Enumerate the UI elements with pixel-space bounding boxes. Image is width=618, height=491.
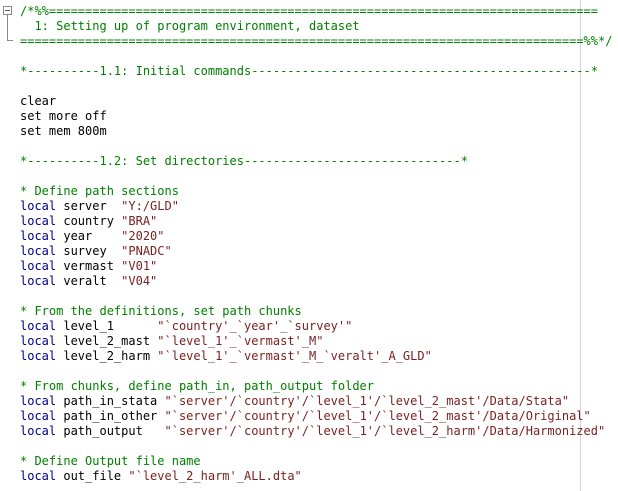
string-value: "`level_2_harm'_ALL.dta" xyxy=(128,469,302,483)
code-text-area[interactable]: /*%%====================================… xyxy=(20,4,612,484)
keyword-local: local xyxy=(20,469,57,483)
code-line: set mem 800m xyxy=(20,124,612,139)
code-line: local level_2_mast "`level_1'_`vermast'_… xyxy=(20,334,612,349)
string-value: "`server'/`country'/`level_1'/`level_2_m… xyxy=(164,394,570,408)
string-value: "`server'/`country'/`level_1'/`level_2_m… xyxy=(164,409,591,423)
string-value: "`server'/`country'/`level_1'/`level_2_h… xyxy=(164,424,606,438)
comment-text: * From the definitions, set path chunks xyxy=(20,304,302,318)
comment-text: ========================================… xyxy=(20,34,613,48)
command-text: set mem 800m xyxy=(20,124,107,138)
fold-gutter xyxy=(0,0,16,491)
macro-name: level_2_harm xyxy=(56,349,158,363)
macro-name: veralt xyxy=(56,274,122,288)
string-value: "Y:/GLD" xyxy=(121,199,179,213)
keyword-local: local xyxy=(20,214,57,228)
keyword-local: local xyxy=(20,244,57,258)
comment-text: 1: Setting up of program environment, da… xyxy=(20,19,360,33)
code-line: * From chunks, define path_in, path_outp… xyxy=(20,379,612,394)
code-line: local vermast "V01" xyxy=(20,259,612,274)
macro-name: path_in_stata xyxy=(56,394,165,408)
minus-fold-icon[interactable] xyxy=(3,6,12,15)
macro-name: survey xyxy=(56,244,122,258)
keyword-local: local xyxy=(20,334,57,348)
macro-name: server xyxy=(56,199,122,213)
macro-name: level_1 xyxy=(56,319,158,333)
macro-name: country xyxy=(56,214,122,228)
code-line: local out_file "`level_2_harm'_ALL.dta" xyxy=(20,469,612,484)
fold-guide-end xyxy=(7,40,13,41)
keyword-local: local xyxy=(20,199,57,213)
code-line: local path_output "`server'/`country'/`l… xyxy=(20,424,612,439)
code-line: * Define Output file name xyxy=(20,454,612,469)
string-value: "`country'_`year'_`survey'" xyxy=(157,319,353,333)
keyword-local: local xyxy=(20,424,57,438)
string-value: "V01" xyxy=(121,259,158,273)
code-line: ========================================… xyxy=(20,34,612,49)
macro-name: vermast xyxy=(56,259,122,273)
code-line: /*%%====================================… xyxy=(20,4,612,19)
code-line: clear xyxy=(20,94,612,109)
macro-name: level_2_mast xyxy=(56,334,158,348)
fold-guide-line xyxy=(7,15,8,40)
code-line: local country "BRA" xyxy=(20,214,612,229)
string-value: "V04" xyxy=(121,274,158,288)
code-line: local server "Y:/GLD" xyxy=(20,199,612,214)
comment-text: /*%%====================================… xyxy=(20,4,598,18)
comment-text: *----------1.1: Initial commands--------… xyxy=(20,64,598,78)
code-editor[interactable]: /*%%====================================… xyxy=(0,0,618,491)
comment-text: * Define Output file name xyxy=(20,454,201,468)
comment-text: *----------1.2: Set directories---------… xyxy=(20,154,468,168)
comment-text: * From chunks, define path_in, path_outp… xyxy=(20,379,375,393)
string-value: "`level_1'_`vermast'_M" xyxy=(157,334,324,348)
code-line: *----------1.2: Set directories---------… xyxy=(20,154,612,169)
code-line: * From the definitions, set path chunks xyxy=(20,304,612,319)
command-text: clear xyxy=(20,94,57,108)
string-value: "BRA" xyxy=(121,214,158,228)
code-line: local level_1 "`country'_`year'_`survey'… xyxy=(20,319,612,334)
keyword-local: local xyxy=(20,274,57,288)
macro-name: out_file xyxy=(56,469,129,483)
keyword-local: local xyxy=(20,259,57,273)
code-line: local path_in_stata "`server'/`country'/… xyxy=(20,394,612,409)
keyword-local: local xyxy=(20,349,57,363)
code-line: local level_2_harm "`level_1'_`vermast'_… xyxy=(20,349,612,364)
comment-text: * Define path sections xyxy=(20,184,179,198)
keyword-local: local xyxy=(20,394,57,408)
code-line: local veralt "V04" xyxy=(20,274,612,289)
keyword-local: local xyxy=(20,319,57,333)
keyword-local: local xyxy=(20,409,57,423)
macro-name: year xyxy=(56,229,122,243)
code-line: local year "2020" xyxy=(20,229,612,244)
macro-name: path_in_other xyxy=(56,409,165,423)
code-line: *----------1.1: Initial commands--------… xyxy=(20,64,612,79)
command-text: set more off xyxy=(20,109,107,123)
code-line: local path_in_other "`server'/`country'/… xyxy=(20,409,612,424)
string-value: "`level_1'_`vermast'_M_`veralt'_A_GLD" xyxy=(157,349,432,363)
string-value: "2020" xyxy=(121,229,165,243)
string-value: "PNADC" xyxy=(121,244,172,258)
code-line: local survey "PNADC" xyxy=(20,244,612,259)
code-line: * Define path sections xyxy=(20,184,612,199)
code-line: set more off xyxy=(20,109,612,124)
keyword-local: local xyxy=(20,229,57,243)
code-line: 1: Setting up of program environment, da… xyxy=(20,19,612,34)
macro-name: path_output xyxy=(56,424,165,438)
